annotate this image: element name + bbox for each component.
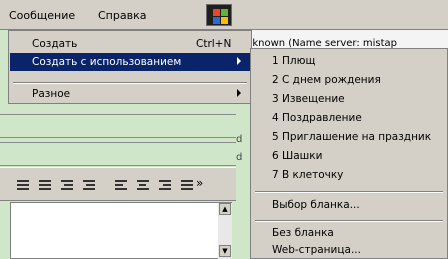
menu-item-label: Создать xyxy=(32,38,78,50)
increase-indent-icon[interactable] xyxy=(80,178,96,192)
menu-item-create[interactable]: Создать Ctrl+N xyxy=(10,35,250,53)
menu-item-create-with[interactable]: Создать с использованием xyxy=(10,53,250,71)
message-body[interactable] xyxy=(10,202,232,259)
align-right-icon[interactable] xyxy=(156,178,172,192)
menu-item-label: Разное xyxy=(32,88,71,100)
template-item[interactable]: 2 С днем рождения xyxy=(252,72,446,89)
shortcut-label: Ctrl+N xyxy=(196,38,232,50)
header-field[interactable] xyxy=(0,114,236,138)
scroll-up-icon[interactable]: ▲ xyxy=(219,203,231,215)
menu-item-no-template[interactable]: Без бланка xyxy=(252,225,446,242)
template-label: 2 С днем рождения xyxy=(272,74,381,86)
align-center-icon[interactable] xyxy=(134,178,150,192)
menu-item-label: Без бланка xyxy=(272,227,334,239)
align-left-icon[interactable] xyxy=(112,178,128,192)
template-submenu: 1 Плющ 2 С днем рождения 3 Извещение 4 П… xyxy=(250,48,448,259)
template-item[interactable]: 4 Поздравление xyxy=(252,110,446,127)
decrease-indent-icon[interactable] xyxy=(58,178,74,192)
template-item[interactable]: 5 Приглашение на праздник xyxy=(252,129,446,146)
menu-messages[interactable]: Сообщение xyxy=(9,9,75,22)
menu-item-label: Web-страница... xyxy=(272,244,361,256)
template-label: 5 Приглашение на праздник xyxy=(272,131,432,143)
menu-help[interactable]: Справка xyxy=(98,9,146,22)
menu-item-select-template[interactable]: Выбор бланка... xyxy=(252,197,446,214)
menu-separator xyxy=(13,82,247,84)
side-mark: d xyxy=(236,152,243,163)
numbered-list-icon[interactable] xyxy=(14,178,30,192)
messages-dropdown: Создать Ctrl+N Создать с использованием … xyxy=(8,30,252,104)
toolbar-more-button[interactable]: » xyxy=(196,176,203,190)
format-toolbar: » xyxy=(0,167,236,201)
template-label: 4 Поздравление xyxy=(272,112,362,124)
template-label: 3 Извещение xyxy=(272,93,345,105)
template-label: 6 Шашки xyxy=(272,150,323,162)
justify-icon[interactable] xyxy=(178,178,194,192)
side-mark: d xyxy=(236,134,243,145)
menu-bar: Сообщение Справка xyxy=(0,0,448,30)
template-label: 1 Плющ xyxy=(272,55,316,67)
menu-item-label: Выбор бланка... xyxy=(272,199,360,211)
scroll-down-icon[interactable]: ▼ xyxy=(219,245,231,257)
menu-item-label: Создать с использованием xyxy=(32,56,182,68)
template-item[interactable]: 7 В клеточку xyxy=(252,167,446,184)
bullet-list-icon[interactable] xyxy=(36,178,52,192)
menu-item-other[interactable]: Разное xyxy=(10,85,250,103)
submenu-arrow-icon xyxy=(237,89,241,97)
vertical-scrollbar[interactable]: ▲ ▼ xyxy=(218,203,232,259)
menu-separator xyxy=(255,220,443,222)
menu-item-web-page[interactable]: Web-страница... xyxy=(252,242,446,259)
windows-logo-icon xyxy=(206,4,232,26)
menu-separator xyxy=(255,191,443,193)
subject-field[interactable] xyxy=(0,142,236,166)
submenu-arrow-icon xyxy=(237,57,241,65)
template-item[interactable]: 6 Шашки xyxy=(252,148,446,165)
template-item[interactable]: 1 Плющ xyxy=(252,53,446,70)
template-item[interactable]: 3 Извещение xyxy=(252,91,446,108)
template-label: 7 В клеточку xyxy=(272,169,344,181)
